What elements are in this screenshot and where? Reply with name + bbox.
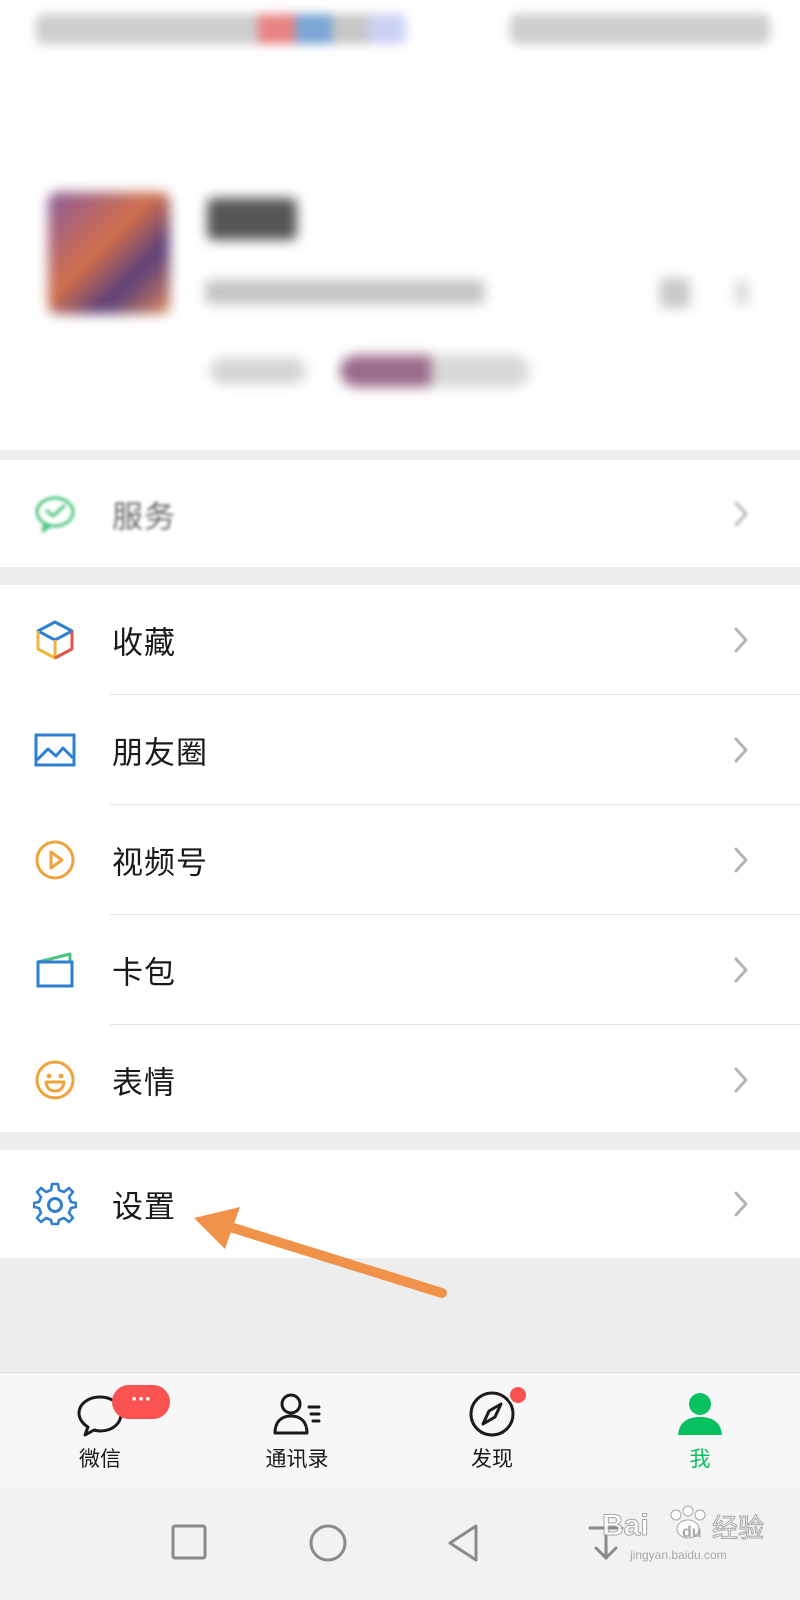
contacts-icon	[271, 1389, 323, 1439]
wechat-pay-icon	[33, 492, 77, 536]
tab-label: 通讯录	[265, 1447, 329, 1471]
recent-apps-button[interactable]	[165, 1518, 215, 1568]
watermark-text-du: du	[682, 1524, 702, 1541]
chevron-right-icon	[730, 625, 752, 655]
person-icon	[674, 1389, 726, 1439]
profile-card[interactable]	[0, 0, 800, 450]
tab-me[interactable]: 我	[600, 1373, 800, 1489]
watermark-text-cn: 经验	[712, 1514, 764, 1544]
menu-item-cards[interactable]: 卡包	[0, 915, 800, 1025]
home-button[interactable]	[302, 1518, 352, 1568]
menu-item-moments[interactable]: 朋友圈	[0, 695, 800, 805]
menu-item-label: 表情	[112, 1065, 176, 1102]
watermark-text-bai: Bai	[602, 1509, 649, 1542]
nickname	[207, 198, 297, 240]
menu-group-settings: 设置	[0, 1150, 800, 1258]
watermark-url: jingyan.baidu.com	[629, 1548, 727, 1562]
unread-badge: ···	[112, 1385, 170, 1419]
wechat-id	[205, 280, 485, 304]
menu-item-channels[interactable]: 视频号	[0, 805, 800, 915]
tab-discover[interactable]: 发现	[392, 1373, 592, 1489]
menu-item-label: 朋友圈	[112, 735, 208, 772]
notification-dot	[508, 1385, 528, 1405]
menu-item-label: 视频号	[112, 845, 208, 882]
tab-label: 微信	[79, 1447, 121, 1471]
menu-item-label: 卡包	[112, 955, 176, 992]
profile-chevron-icon	[735, 280, 749, 306]
chevron-right-icon	[730, 1189, 752, 1219]
cube-icon	[33, 618, 77, 662]
menu-item-settings[interactable]: 设置	[0, 1150, 800, 1258]
chevron-right-icon	[730, 499, 752, 529]
chevron-right-icon	[730, 845, 752, 875]
smile-icon	[33, 1058, 77, 1102]
tab-chats[interactable]: ··· 微信	[0, 1373, 200, 1489]
play-circle-icon	[33, 838, 77, 882]
avatar[interactable]	[48, 192, 170, 314]
menu-item-favorites[interactable]: 收藏	[0, 585, 800, 695]
baidu-jingyan-watermark: Bai du 经验 jingyan.baidu.com	[590, 1495, 790, 1575]
gear-icon	[32, 1182, 78, 1226]
card-wallet-icon	[33, 948, 77, 992]
qr-code-icon[interactable]	[660, 278, 690, 308]
chevron-right-icon	[730, 955, 752, 985]
menu-item-label: 设置	[112, 1189, 176, 1226]
back-button[interactable]	[440, 1518, 490, 1568]
menu-item-stickers[interactable]: 表情	[0, 1025, 800, 1135]
tab-contacts[interactable]: 通讯录	[197, 1373, 397, 1489]
chevron-right-icon	[730, 735, 752, 765]
tab-label: 发现	[471, 1447, 513, 1471]
menu-item-service[interactable]: 服务	[0, 460, 800, 567]
menu-item-label: 收藏	[112, 625, 176, 662]
picture-icon	[33, 728, 77, 772]
friends-status-chip[interactable]	[340, 355, 530, 387]
profile-header	[0, 0, 800, 450]
status-button[interactable]	[210, 358, 306, 384]
chevron-right-icon	[730, 1065, 752, 1095]
menu-item-label: 服务	[112, 499, 176, 535]
menu-group-main: 收藏 朋友圈 视频号 卡包 表情	[0, 585, 800, 1132]
tab-label: 我	[689, 1447, 711, 1471]
tab-bar: ··· 微信 通讯录 发现 我	[0, 1372, 800, 1488]
